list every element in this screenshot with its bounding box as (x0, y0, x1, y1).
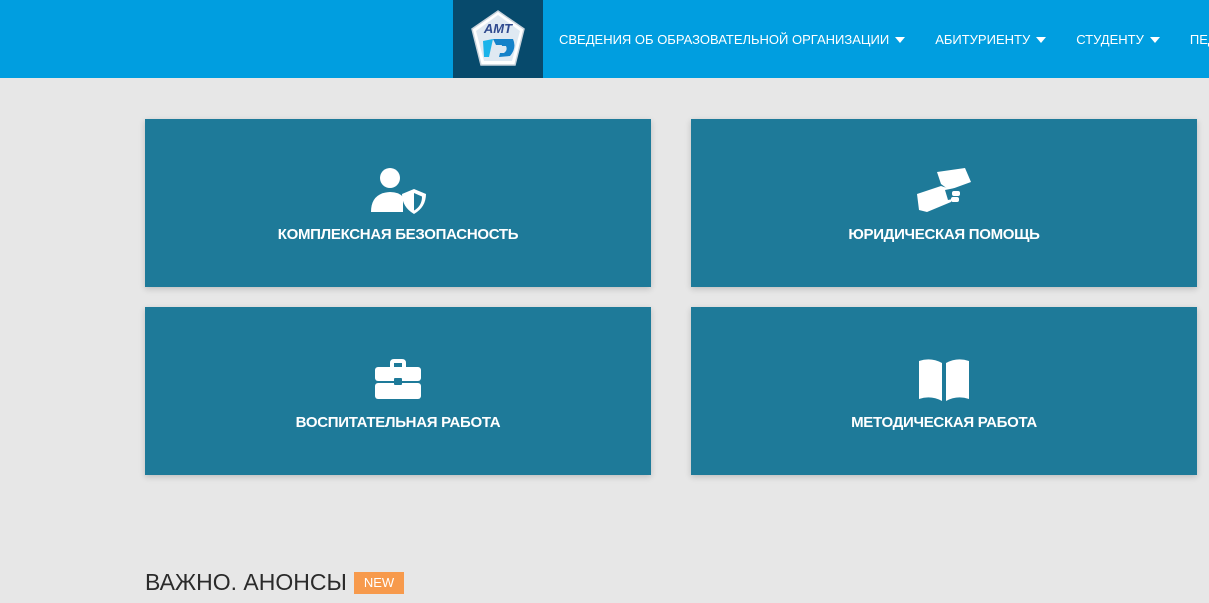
nav-item-organization-info[interactable]: СВЕДЕНИЯ ОБ ОБРАЗОВАТЕЛЬНОЙ ОРГАНИЗАЦИИ (559, 31, 906, 47)
nav-item-label: СВЕДЕНИЯ ОБ ОБРАЗОВАТЕЛЬНОЙ ОРГАНИЗАЦИИ (559, 31, 890, 47)
nav-item-student[interactable]: СТУДЕНТУ (1076, 32, 1160, 47)
user-shield-icon (369, 165, 427, 217)
briefcase-icon (374, 353, 422, 405)
section-title-text: ВАЖНО. АНОНСЫ (145, 569, 347, 595)
tile-legal-help[interactable]: ЮРИДИЧЕСКАЯ ПОМОЩЬ (691, 119, 1197, 287)
announcements-heading: ВАЖНО. АНОНСЫ NEW (145, 569, 405, 596)
caret-down-icon (1036, 36, 1047, 43)
nav-item-applicant[interactable]: АБИТУРИЕНТУ (935, 31, 1047, 47)
nav-item-label: ПЕДАГОГИЧЕ (1189, 31, 1209, 47)
logo-emblem-icon: АМТ (471, 10, 525, 66)
tile-label: ЮРИДИЧЕСКАЯ ПОМОЩЬ (848, 226, 1040, 243)
nav-item-teacher[interactable]: ПЕДАГОГИЧЕ (1190, 32, 1209, 47)
caret-down-icon (1149, 36, 1160, 43)
caret-down-icon (895, 36, 906, 43)
tile-label: МЕТОДИЧЕСКАЯ РАБОТА (851, 414, 1037, 431)
top-navigation-bar: АМТ СВЕДЕНИЯ ОБ ОБРАЗОВАТЕЛЬНОЙ ОРГАНИЗА… (0, 0, 1209, 78)
tile-complex-security[interactable]: КОМПЛЕКСНАЯ БЕЗОПАСНОСТЬ (145, 119, 651, 287)
site-logo[interactable]: АМТ (453, 0, 543, 78)
nav-item-label: АБИТУРИЕНТУ (935, 31, 1031, 47)
svg-text:АМТ: АМТ (483, 21, 513, 36)
tile-educational-work[interactable]: ВОСПИТАТЕЛЬНАЯ РАБОТА (145, 307, 651, 475)
tile-methodical-work[interactable]: МЕТОДИЧЕСКАЯ РАБОТА (691, 307, 1197, 475)
main-menu: СВЕДЕНИЯ ОБ ОБРАЗОВАТЕЛЬНОЙ ОРГАНИЗАЦИИ … (559, 0, 1209, 78)
open-book-icon (917, 353, 971, 405)
nav-item-label: СТУДЕНТУ (1076, 31, 1144, 47)
new-badge: NEW (353, 571, 405, 594)
tile-label: ВОСПИТАТЕЛЬНАЯ РАБОТА (295, 414, 501, 431)
tile-label: КОМПЛЕКСНАЯ БЕЗОПАСНОСТЬ (277, 226, 519, 243)
handshake-icon (915, 165, 973, 217)
